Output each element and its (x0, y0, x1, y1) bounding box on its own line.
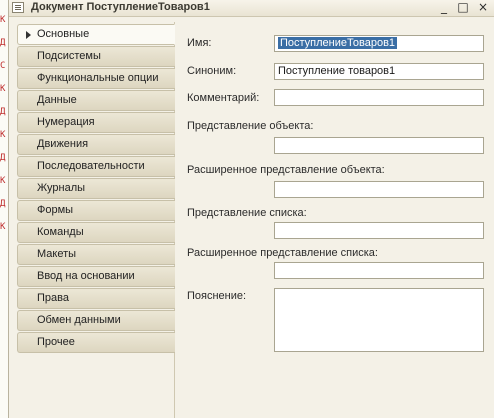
tab-label: Макеты (37, 248, 77, 260)
tab-movements[interactable]: Движения (17, 134, 175, 155)
main-properties-panel: Имя: ПоступлениеТоваров1 Синоним: Поступ… (175, 22, 494, 418)
code-glyph: К (0, 84, 6, 94)
code-glyph: Д (0, 153, 6, 163)
tab-label: Нумерация (37, 116, 95, 128)
tab-commands[interactable]: Команды (17, 222, 175, 243)
ext-object-presentation-field[interactable] (274, 181, 484, 198)
name-field[interactable]: ПоступлениеТоваров1 (274, 35, 484, 52)
tab-data[interactable]: Данные (17, 90, 175, 111)
tab-label: Основные (37, 28, 90, 40)
tab-templates[interactable]: Макеты (17, 244, 175, 265)
code-glyph: К (0, 176, 6, 186)
tab-label: Команды (37, 226, 84, 238)
synonym-label: Синоним: (187, 65, 237, 77)
explanation-label: Пояснение: (187, 290, 247, 302)
name-label: Имя: (187, 37, 212, 49)
minimize-button[interactable]: _ (437, 1, 451, 14)
tab-other[interactable]: Прочее (17, 332, 175, 353)
tab-label: Ввод на основании (37, 270, 135, 282)
tab-label: Подсистемы (37, 50, 101, 62)
window-title: Документ ПоступлениеТоваров1 (31, 1, 210, 13)
tab-journals[interactable]: Журналы (17, 178, 175, 199)
document-icon (12, 2, 24, 13)
tab-label: Права (37, 292, 69, 304)
list-presentation-label: Представление списка: (187, 207, 307, 219)
tab-subsystems[interactable]: Подсистемы (17, 46, 175, 67)
tab-label: Последовательности (37, 160, 145, 172)
tab-main[interactable]: Основные (17, 24, 175, 45)
tab-label: Движения (37, 138, 89, 150)
code-glyph: С (0, 61, 6, 71)
tab-input-by-basis[interactable]: Ввод на основании (17, 266, 175, 287)
tab-sequences[interactable]: Последовательности (17, 156, 175, 177)
tab-label: Обмен данными (37, 314, 121, 326)
ext-object-presentation-label: Расширенное представление объекта: (187, 164, 385, 176)
tab-functional-options[interactable]: Функциональные опции (17, 68, 175, 89)
ext-list-presentation-label: Расширенное представление списка: (187, 247, 378, 259)
window-titlebar[interactable]: Документ ПоступлениеТоваров1 _ □ × (9, 0, 494, 17)
maximize-button[interactable]: □ (456, 1, 470, 14)
tab-forms[interactable]: Формы (17, 200, 175, 221)
comment-field[interactable] (274, 89, 484, 106)
code-glyph: К (0, 222, 6, 232)
synonym-field[interactable]: Поступление товаров1 (274, 63, 484, 80)
name-value: ПоступлениеТоваров1 (278, 37, 398, 49)
tab-label: Формы (37, 204, 74, 216)
document-properties-window: Документ ПоступлениеТоваров1 _ □ × Основ… (8, 0, 494, 418)
explanation-textarea[interactable] (274, 288, 484, 352)
list-presentation-field[interactable] (274, 222, 484, 239)
tab-label: Функциональные опции (37, 72, 159, 84)
code-glyph: Д (0, 38, 6, 48)
comment-label: Комментарий: (187, 92, 260, 104)
tab-label: Журналы (37, 182, 86, 194)
code-glyph: Д (0, 107, 6, 117)
tab-data-exchange[interactable]: Обмен данными (17, 310, 175, 331)
tab-numbering[interactable]: Нумерация (17, 112, 175, 133)
property-tabs: Основные Подсистемы Функциональные опции… (17, 22, 175, 418)
code-glyph: Д (0, 199, 6, 209)
ext-list-presentation-field[interactable] (274, 262, 484, 279)
code-glyph: К (0, 130, 6, 140)
object-presentation-field[interactable] (274, 137, 484, 154)
code-glyph: К (0, 15, 6, 25)
tab-selected-arrow-icon (26, 31, 31, 39)
tab-label: Прочее (37, 336, 75, 348)
tab-rights[interactable]: Права (17, 288, 175, 309)
object-presentation-label: Представление объекта: (187, 120, 314, 132)
close-button[interactable]: × (476, 1, 490, 14)
tab-label: Данные (37, 94, 77, 106)
